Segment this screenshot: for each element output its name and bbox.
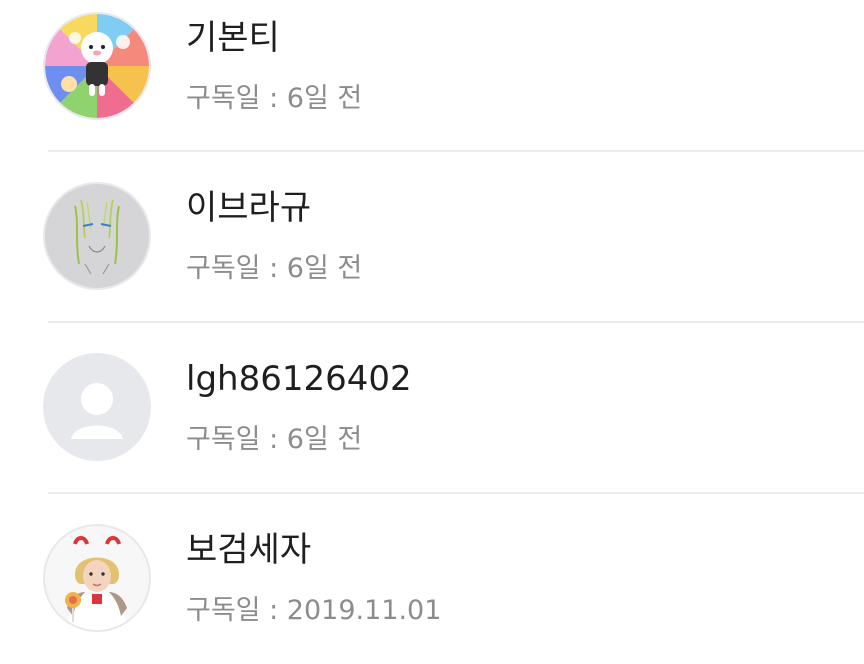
subscribed-date-text: 구독일 : 6일 전 (186, 81, 362, 117)
subscribed-separator: : (260, 424, 287, 455)
subscribed-date-text: 구독일 : 6일 전 (186, 422, 362, 458)
subscriber-name: 기본티 (186, 18, 280, 58)
subscribed-date: 6일 전 (286, 424, 363, 455)
subscriber-name: 보검세자 (186, 530, 312, 570)
subscriber-row[interactable]: 보검세자 구독일 : 2019.11.01 (0, 494, 864, 664)
subscribed-label: 구독일 (186, 83, 261, 114)
subscriber-name: 이브라규 (186, 188, 312, 228)
subscribed-separator: : (260, 253, 287, 284)
subscribed-label: 구독일 (186, 424, 261, 455)
subscribed-label: 구독일 (186, 595, 261, 626)
subscribed-date-text: 구독일 : 2019.11.01 (186, 593, 441, 629)
default-user-avatar-icon[interactable] (43, 353, 151, 461)
subscriber-row[interactable]: 기본티 구독일 : 6일 전 (0, 0, 864, 152)
person-photo-avatar-icon[interactable] (43, 524, 151, 632)
subscribed-separator: : (260, 595, 287, 626)
subscriber-row[interactable]: lgh86126402 구독일 : 6일 전 (0, 323, 864, 493)
subscribed-separator: : (260, 83, 287, 114)
subscriber-row[interactable]: 이브라규 구독일 : 6일 전 (0, 152, 864, 322)
subscribed-date: 6일 전 (286, 83, 363, 114)
subscribed-date-text: 구독일 : 6일 전 (186, 251, 362, 287)
subscribed-label: 구독일 (186, 253, 261, 284)
subscribed-date: 6일 전 (286, 253, 363, 284)
sketch-drawing-avatar-icon[interactable] (43, 182, 151, 290)
subscriber-list: 기본티 구독일 : 6일 전 이브라규 구독일 : 6일 전 lgh861264… (0, 0, 864, 648)
colorful-character-avatar-icon[interactable] (43, 12, 151, 120)
subscribed-date: 2019.11.01 (286, 595, 442, 626)
subscriber-name: lgh86126402 (186, 359, 412, 399)
